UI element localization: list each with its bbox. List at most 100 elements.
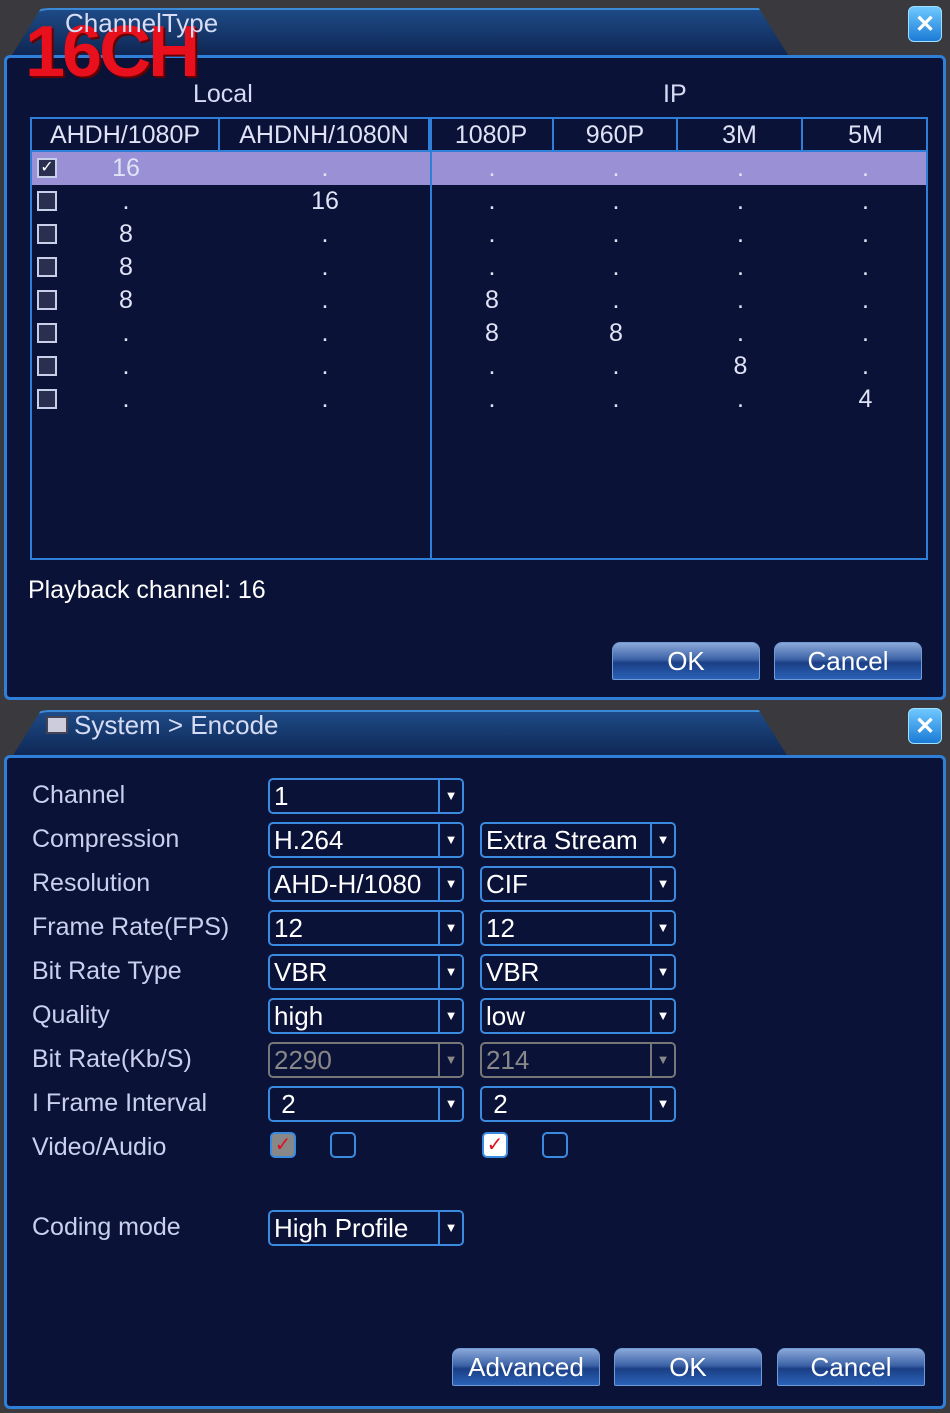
table-cell[interactable]: . <box>803 185 928 218</box>
table-cell[interactable]: . <box>803 284 928 317</box>
extra-audio-checkbox[interactable] <box>542 1132 568 1158</box>
main-video-checkbox[interactable]: ✓ <box>270 1132 296 1158</box>
main-stream-select[interactable]: 1 ▼ <box>268 778 464 814</box>
table-cell[interactable]: . <box>220 218 430 251</box>
dropdown-arrow-icon[interactable]: ▼ <box>650 912 674 944</box>
main-stream-select[interactable]: 2 ▼ <box>268 1086 464 1122</box>
dropdown-arrow-icon[interactable]: ▼ <box>438 868 462 900</box>
main-stream-select[interactable]: AHD-H/1080 ▼ <box>268 866 464 902</box>
dialog-title: ChannelType <box>65 8 219 38</box>
advanced-button[interactable]: Advanced <box>452 1348 600 1386</box>
table-cell[interactable]: 8 <box>32 218 220 251</box>
table-cell[interactable]: . <box>32 185 220 218</box>
field-label: I Frame Interval <box>32 1089 208 1117</box>
table-cell[interactable]: . <box>220 251 430 284</box>
table-cell[interactable]: . <box>803 218 928 251</box>
dropdown-arrow-icon[interactable]: ▼ <box>438 912 462 944</box>
extra-stream-select[interactable]: Extra Stream ▼ <box>480 822 676 858</box>
table-cell[interactable]: 8 <box>678 350 803 383</box>
table-cell[interactable]: . <box>678 152 803 185</box>
table-cell[interactable]: . <box>220 284 430 317</box>
dropdown-arrow-icon[interactable]: ▼ <box>650 1044 674 1076</box>
main-stream-select[interactable]: VBR ▼ <box>268 954 464 990</box>
dropdown-arrow-icon[interactable]: ▼ <box>438 956 462 988</box>
table-cell[interactable]: . <box>220 152 430 185</box>
table-cell[interactable]: . <box>678 317 803 350</box>
table-cell[interactable]: . <box>803 152 928 185</box>
table-cell[interactable]: 8 <box>430 317 554 350</box>
table-cell[interactable]: . <box>803 350 928 383</box>
close-button[interactable]: ✕ <box>908 6 942 42</box>
dropdown-arrow-icon[interactable]: ▼ <box>438 780 462 812</box>
dropdown-arrow-icon[interactable]: ▼ <box>650 868 674 900</box>
dropdown-arrow-icon[interactable]: ▼ <box>650 1088 674 1120</box>
table-cell[interactable]: 8 <box>32 284 220 317</box>
dropdown-arrow-icon[interactable]: ▼ <box>650 1000 674 1032</box>
select-value: low <box>486 1001 526 1031</box>
table-cell[interactable]: 4 <box>803 383 928 416</box>
table-cell[interactable]: . <box>554 218 678 251</box>
table-cell[interactable]: . <box>220 350 430 383</box>
main-audio-checkbox[interactable] <box>330 1132 356 1158</box>
field-label: Compression <box>32 825 180 853</box>
dropdown-arrow-icon[interactable]: ▼ <box>650 956 674 988</box>
table-cell[interactable]: . <box>430 152 554 185</box>
extra-stream-select[interactable]: 2 ▼ <box>480 1086 676 1122</box>
extra-stream-select[interactable]: CIF ▼ <box>480 866 676 902</box>
main-stream-select[interactable]: 12 ▼ <box>268 910 464 946</box>
table-cell[interactable]: . <box>678 284 803 317</box>
table-cell[interactable]: . <box>430 251 554 284</box>
table-cell[interactable]: . <box>803 251 928 284</box>
dropdown-arrow-icon[interactable]: ▼ <box>438 1088 462 1120</box>
dropdown-arrow-icon[interactable]: ▼ <box>650 824 674 856</box>
close-button[interactable]: ✕ <box>908 708 942 744</box>
table-cell[interactable]: . <box>554 350 678 383</box>
table-cell[interactable]: . <box>32 350 220 383</box>
encode-dialog: System > Encode ✕ Channel 1 ▼ Compression H.… <box>0 702 950 1413</box>
table-cell[interactable]: 16 <box>220 185 430 218</box>
table-cell[interactable]: . <box>32 317 220 350</box>
table-cell[interactable]: . <box>678 251 803 284</box>
table-cell[interactable]: . <box>554 185 678 218</box>
table-cell[interactable]: . <box>554 383 678 416</box>
table-cell[interactable]: . <box>32 383 220 416</box>
cancel-button[interactable]: Cancel <box>774 642 922 680</box>
select-value: CIF <box>486 869 528 899</box>
ok-button[interactable]: OK <box>614 1348 762 1386</box>
channel-type-table: AHDH/1080P AHDNH/1080N 1080P 960P 3M 5M ✓ 16...… <box>30 117 928 560</box>
extra-video-checkbox[interactable]: ✓ <box>482 1132 508 1158</box>
table-cell[interactable]: . <box>220 383 430 416</box>
table-cell[interactable]: . <box>430 218 554 251</box>
table-cell[interactable]: 8 <box>32 251 220 284</box>
table-cell[interactable]: . <box>554 284 678 317</box>
table-cell[interactable]: . <box>220 317 430 350</box>
table-cell[interactable]: . <box>430 185 554 218</box>
cancel-button[interactable]: Cancel <box>777 1348 925 1386</box>
table-cell[interactable]: 16 <box>32 152 220 185</box>
table-cell[interactable]: 8 <box>554 317 678 350</box>
table-cell[interactable]: . <box>678 383 803 416</box>
dropdown-arrow-icon[interactable]: ▼ <box>438 1044 462 1076</box>
table-cell[interactable]: . <box>554 251 678 284</box>
table-cell[interactable]: . <box>678 185 803 218</box>
dropdown-arrow-icon[interactable]: ▼ <box>438 824 462 856</box>
dropdown-arrow-icon[interactable]: ▼ <box>438 1000 462 1032</box>
extra-stream-select[interactable]: VBR ▼ <box>480 954 676 990</box>
table-cell[interactable]: . <box>678 218 803 251</box>
dropdown-arrow-icon[interactable]: ▼ <box>438 1212 462 1244</box>
main-stream-select[interactable]: high ▼ <box>268 998 464 1034</box>
field-label: Coding mode <box>32 1213 181 1241</box>
ok-button[interactable]: OK <box>612 642 760 680</box>
table-cell[interactable]: . <box>430 350 554 383</box>
table-cell[interactable]: . <box>554 152 678 185</box>
table-cell[interactable]: . <box>803 317 928 350</box>
table-cell[interactable]: 8 <box>430 284 554 317</box>
column-header: 1080P <box>430 119 554 152</box>
extra-stream-select[interactable]: 12 ▼ <box>480 910 676 946</box>
select-value: Extra Stream <box>486 825 638 855</box>
group-local: Local <box>193 80 253 108</box>
coding-mode-select[interactable]: High Profile ▼ <box>268 1210 464 1246</box>
main-stream-select[interactable]: H.264 ▼ <box>268 822 464 858</box>
table-cell[interactable]: . <box>430 383 554 416</box>
extra-stream-select[interactable]: low ▼ <box>480 998 676 1034</box>
